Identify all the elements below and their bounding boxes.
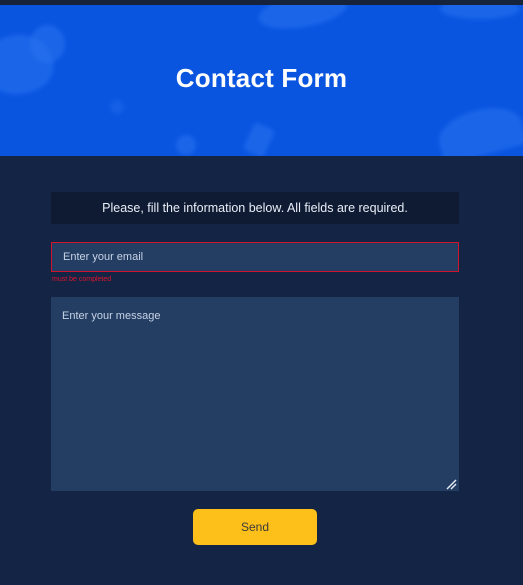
decor-shape — [242, 121, 276, 156]
send-button[interactable]: Send — [193, 509, 317, 545]
email-error-message: must be completed — [52, 276, 112, 283]
message-field[interactable] — [51, 297, 459, 491]
decor-shape — [433, 99, 523, 156]
contact-page: Contact Form Please, fill the informatio… — [0, 0, 523, 585]
resize-handle-icon[interactable] — [445, 478, 457, 490]
decor-shape — [176, 135, 196, 155]
decor-shape — [30, 25, 65, 63]
decor-shape — [110, 100, 124, 114]
decor-shape — [440, 5, 520, 19]
page-title: Contact Form — [175, 63, 348, 93]
email-field[interactable] — [51, 242, 459, 272]
form-notice: Please, fill the information below. All … — [51, 192, 459, 224]
decor-shape — [255, 5, 351, 35]
